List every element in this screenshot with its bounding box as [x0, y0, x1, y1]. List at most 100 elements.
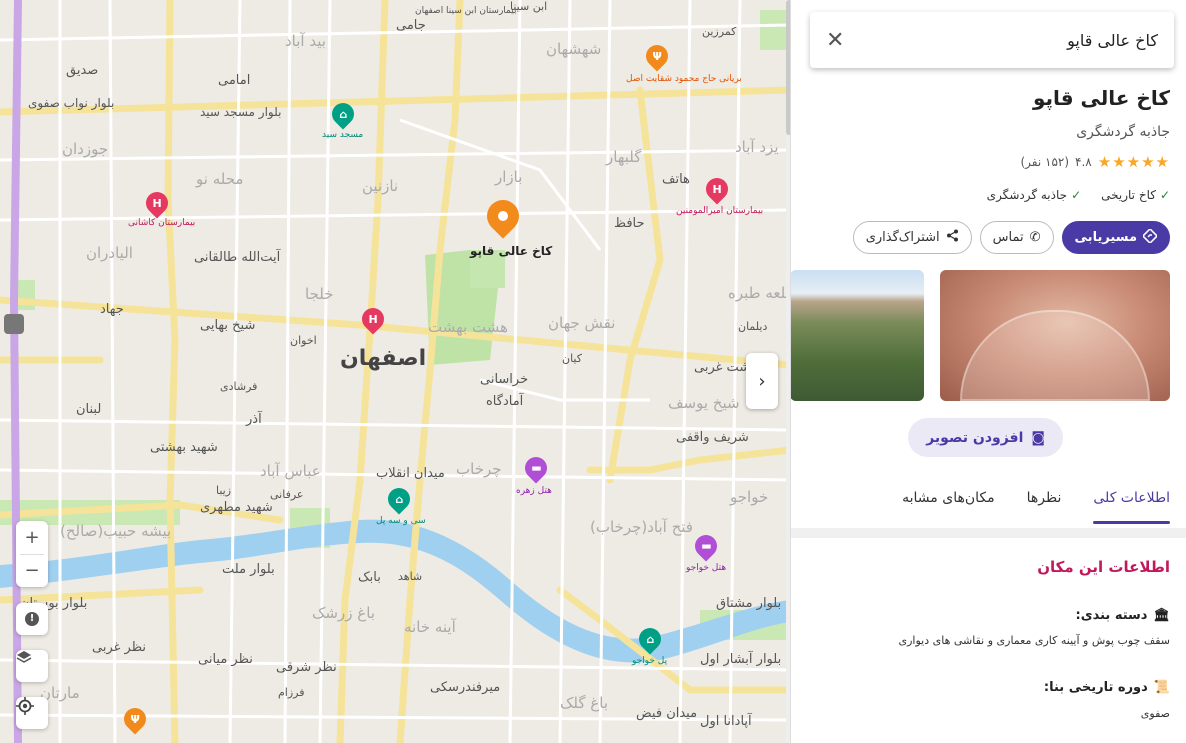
share-icon: [946, 229, 959, 246]
map-label: بید آباد: [285, 32, 326, 50]
map-label: شیخ یوسف: [668, 394, 740, 412]
map-label: شهید مطهری: [200, 500, 273, 515]
camera-icon[interactable]: [4, 314, 24, 334]
add-photo-button[interactable]: ◙ افزودن تصویر: [908, 418, 1063, 457]
tab-similar-places[interactable]: مکان‌های مشابه: [902, 490, 995, 524]
map-label: بلوار مسجد سید: [200, 105, 282, 119]
map-label: صدیق: [66, 63, 99, 78]
route-button[interactable]: مسیریابی: [1061, 221, 1170, 254]
map-label: شهید بهشتی: [150, 440, 218, 455]
map-label: میدان انقلاب: [376, 466, 445, 481]
map-label: بلوار مشتاق: [716, 596, 782, 611]
map-label: کیان: [562, 352, 582, 365]
map-label: شاهد: [398, 570, 423, 583]
scroll-icon: 📜: [1153, 680, 1170, 695]
map-label: هشت بهشت: [428, 318, 508, 336]
place-tags: ✓کاخ تاریخی ✓جاذبه گردشگری: [987, 188, 1170, 202]
category-value: سقف چوب پوش و آیینه کاری معماری و نقاشی …: [898, 634, 1170, 647]
share-button[interactable]: اشتراک‌گذاری: [852, 221, 972, 254]
info-section-title: اطلاعات این مکان: [1037, 558, 1170, 576]
map-label: شریف واقفی: [676, 430, 749, 445]
search-input[interactable]: [856, 30, 1158, 50]
map-label: فرشادی: [220, 380, 258, 393]
search-box: ✕: [810, 12, 1174, 68]
tag: ✓جاذبه گردشگری: [986, 188, 1082, 202]
place-title: کاخ عالی قاپو: [1032, 86, 1170, 110]
layers-icon: [16, 650, 48, 682]
map-label: یزد آباد: [735, 138, 779, 156]
map-label: بلوار نواب صفوی: [28, 96, 115, 110]
map-label: خراسانی: [480, 372, 529, 387]
star-rating-icon: ★★★★★: [1097, 153, 1170, 171]
place-tabs: اطلاعات کلی نظرها مکان‌های مشابه: [902, 490, 1170, 524]
city-label: اصفهان: [340, 346, 427, 371]
map-label: محله نو: [196, 170, 244, 188]
museum-icon: 🏛: [1153, 608, 1170, 623]
map-label: عرفانی: [270, 488, 304, 501]
camera-icon: ◙: [1031, 429, 1045, 446]
tab-reviews[interactable]: نظرها: [1027, 490, 1062, 524]
place-photo[interactable]: [940, 270, 1170, 401]
chevron-right-icon: ›: [758, 370, 766, 392]
map-canvas[interactable]: جامی بید آباد صدیق امامی بلوار نواب صفوی…: [0, 0, 790, 743]
map-label: خواجو: [730, 488, 769, 506]
phone-icon: ✆: [1029, 230, 1041, 245]
map-label: جهاد: [100, 302, 124, 317]
zoom-controls: + −: [16, 521, 48, 587]
rating-row: ★★★★★ ۴.۸ (۱۵۲ نفر): [1020, 153, 1170, 171]
poi-label: مسجد سید: [322, 130, 364, 140]
poi-label: پل خواجو: [632, 656, 668, 666]
rating-count: (۱۵۲ نفر): [1020, 155, 1070, 169]
map-label: چرخاب: [456, 460, 502, 478]
poi-label: هتل خواجو: [686, 563, 727, 573]
collapse-panel-button[interactable]: ›: [746, 353, 778, 409]
crosshair-icon: [16, 697, 48, 729]
map-label: نظر شرقی: [276, 660, 337, 675]
period-label: 📜 دوره تاریخی بنا:: [1043, 680, 1170, 695]
check-icon: ✓: [1159, 188, 1170, 202]
call-button[interactable]: ✆ تماس: [979, 221, 1054, 254]
map-label: هاتف: [662, 172, 690, 187]
map-label: جوزدان: [62, 140, 109, 158]
map-label: بلوار آبشار اول: [700, 652, 782, 667]
report-button[interactable]: !: [16, 603, 48, 635]
place-details-panel: ✕ کاخ عالی قاپو جاذبه گردشگری ★★★★★ ۴.۸ …: [790, 0, 1186, 743]
map-label: بیشه حبیب(صالح): [60, 522, 172, 540]
map-label: آینه خانه: [404, 618, 456, 636]
place-photo[interactable]: [791, 270, 924, 401]
check-icon: ✓: [1071, 188, 1082, 202]
map-label: نازنین: [362, 177, 399, 195]
zoom-out-button[interactable]: −: [16, 555, 48, 587]
map-label: بازار: [495, 168, 523, 186]
map-label: اخوان: [290, 334, 317, 347]
map-label: لبنان: [76, 402, 102, 417]
map-label: زیبا: [216, 484, 232, 497]
map-label: میدان فیض: [636, 706, 698, 721]
map-label: آذر: [246, 412, 262, 427]
place-category: جاذبه گردشگری: [1076, 124, 1170, 140]
map-label: کمرزین: [702, 25, 737, 38]
zoom-in-button[interactable]: +: [16, 522, 48, 554]
map-label: شیخ بهایی: [200, 318, 256, 333]
poi-label: بیمارستان امیرالمومنین: [676, 206, 764, 216]
map-label: آیت‌الله طالقانی: [194, 250, 281, 265]
map-label: قلعه طبره: [728, 284, 790, 302]
close-icon[interactable]: ✕: [826, 28, 844, 53]
map-label: الیادران: [86, 244, 133, 262]
map-label: دیلمان: [738, 320, 768, 333]
map-label: نظر غربی: [92, 640, 147, 655]
map-label: جامی: [396, 18, 426, 33]
map-label: فرزام: [278, 686, 305, 699]
locate-me-button[interactable]: [16, 697, 48, 729]
map-roads: [0, 0, 790, 743]
map-label: نظر میانی: [198, 652, 253, 667]
map-label: فتح آباد(چرخاب): [590, 518, 693, 536]
map-label: بیمارستان ابن سینا اصفهان: [415, 6, 517, 16]
directions-icon: [1141, 227, 1159, 247]
map-label: حافظ: [614, 216, 645, 231]
poi-label: سی و سه پل: [376, 516, 426, 526]
tab-overview[interactable]: اطلاعات کلی: [1093, 490, 1170, 524]
layers-button[interactable]: [16, 650, 48, 682]
map-label: بلوار ملت: [222, 562, 275, 577]
alert-icon: !: [16, 603, 48, 635]
